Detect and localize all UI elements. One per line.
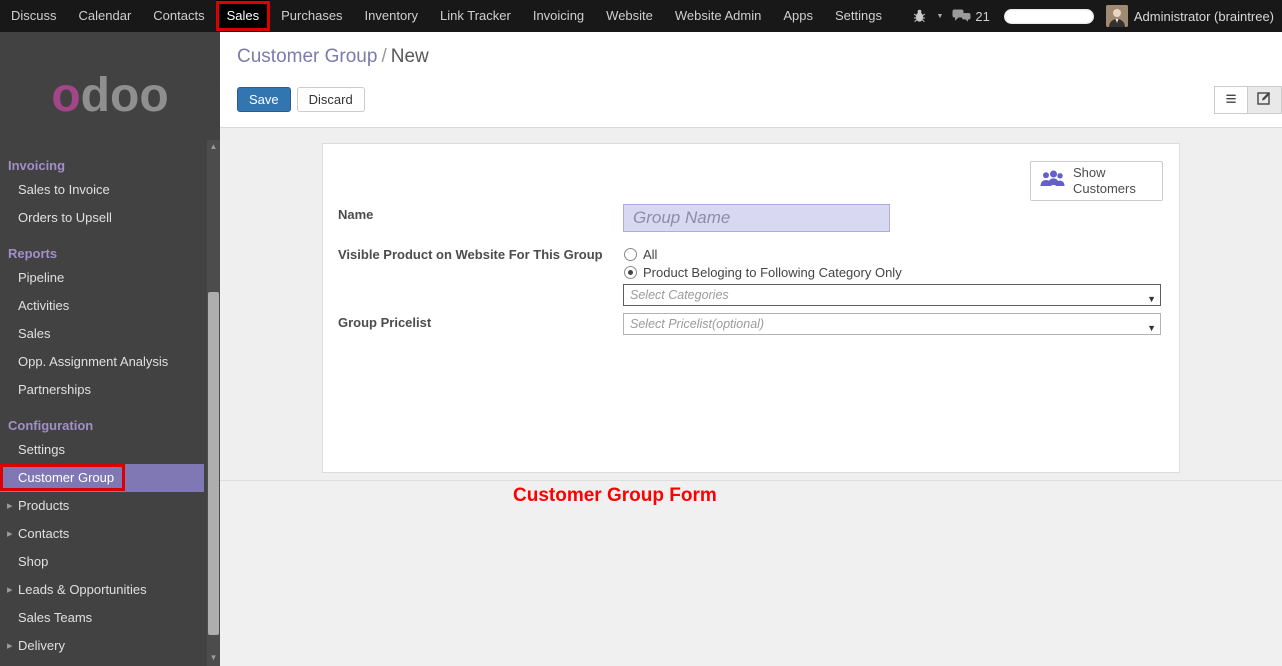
radio-option-category-only[interactable]: Product Beloging to Following Category O… bbox=[624, 265, 902, 280]
show-customers-label: Show Customers bbox=[1073, 165, 1143, 198]
view-switcher bbox=[1214, 86, 1282, 114]
top-menu-purchases[interactable]: Purchases bbox=[270, 0, 353, 32]
name-label: Name bbox=[338, 207, 373, 222]
sidebar-item-sales[interactable]: Sales bbox=[0, 320, 220, 348]
top-menu-contacts[interactable]: Contacts bbox=[142, 0, 215, 32]
control-panel: Customer Group/New Save Discard bbox=[220, 32, 1282, 128]
list-view-button[interactable] bbox=[1214, 86, 1248, 114]
caret-down-icon[interactable] bbox=[936, 13, 943, 20]
sidebar-item-opp-assignment-analysis[interactable]: Opp. Assignment Analysis bbox=[0, 348, 220, 376]
categories-select-placeholder: Select Categories bbox=[630, 288, 729, 302]
sidebar-item-settings[interactable]: Settings bbox=[0, 436, 220, 464]
sidebar-item-contacts[interactable]: Contacts bbox=[0, 520, 220, 548]
sidebar-item-products[interactable]: Products bbox=[0, 492, 220, 520]
breadcrumb-new: New bbox=[391, 46, 429, 67]
section-invoicing: Invoicing bbox=[0, 144, 220, 176]
select-caret-icon bbox=[1147, 320, 1156, 334]
visible-product-label: Visible Product on Website For This Grou… bbox=[338, 247, 603, 262]
customers-group-icon bbox=[1039, 169, 1066, 194]
group-name-input[interactable] bbox=[623, 204, 890, 232]
message-count[interactable]: 21 bbox=[975, 9, 989, 24]
radio-category-only-icon[interactable] bbox=[624, 266, 637, 279]
radio-all-icon[interactable] bbox=[624, 248, 637, 261]
radio-all-label[interactable]: All bbox=[643, 247, 657, 262]
breadcrumb: Customer Group/New bbox=[220, 32, 1282, 68]
section-configuration: Configuration bbox=[0, 404, 220, 436]
top-menu-website-admin[interactable]: Website Admin bbox=[664, 0, 772, 32]
sidebar-menu: Invoicing Sales to Invoice Orders to Ups… bbox=[0, 144, 220, 660]
odoo-logo: odoo bbox=[0, 32, 220, 144]
sidebar-item-customer-group[interactable]: Customer Group bbox=[0, 464, 204, 492]
sidebar-item-pipeline[interactable]: Pipeline bbox=[0, 264, 220, 292]
top-menu-discuss[interactable]: Discuss bbox=[0, 0, 68, 32]
scroll-up-icon[interactable] bbox=[207, 141, 220, 153]
sidebar-item-shop[interactable]: Shop bbox=[0, 548, 220, 576]
top-menu-inventory[interactable]: Inventory bbox=[354, 0, 429, 32]
pricelist-select-placeholder: Select Pricelist(optional) bbox=[630, 317, 764, 331]
main-area: Customer Group/New Save Discard bbox=[220, 32, 1282, 666]
avatar[interactable] bbox=[1106, 5, 1128, 27]
show-customers-button[interactable]: Show Customers bbox=[1030, 161, 1163, 201]
radio-category-only-label[interactable]: Product Beloging to Following Category O… bbox=[643, 265, 902, 280]
logo-rest: doo bbox=[81, 69, 169, 122]
list-view-icon bbox=[1225, 89, 1236, 111]
user-menu[interactable]: Administrator (braintree) bbox=[1134, 9, 1274, 24]
scroll-down-icon[interactable] bbox=[207, 652, 220, 664]
form-view: Show Customers Name Visible Product on W… bbox=[220, 128, 1282, 665]
section-reports: Reports bbox=[0, 232, 220, 264]
top-menu-sales[interactable]: Sales bbox=[216, 0, 271, 32]
save-button[interactable]: Save bbox=[237, 87, 291, 112]
form-view-icon bbox=[1257, 90, 1272, 110]
sidebar-item-sales-teams[interactable]: Sales Teams bbox=[0, 604, 220, 632]
timer-pill[interactable] bbox=[1004, 9, 1094, 24]
radio-option-all[interactable]: All bbox=[624, 247, 657, 262]
form-sheet: Show Customers Name Visible Product on W… bbox=[322, 143, 1180, 473]
sidebar-item-partnerships[interactable]: Partnerships bbox=[0, 376, 220, 404]
form-buttons: Save Discard bbox=[237, 87, 365, 112]
sidebar: odoo Invoicing Sales to Invoice Orders t… bbox=[0, 32, 220, 666]
sidebar-item-delivery[interactable]: Delivery bbox=[0, 632, 220, 660]
group-pricelist-label: Group Pricelist bbox=[338, 315, 431, 330]
discard-button[interactable]: Discard bbox=[297, 87, 365, 112]
pricelist-select[interactable]: Select Pricelist(optional) bbox=[623, 313, 1161, 335]
sidebar-item-customer-group-label: Customer Group bbox=[18, 470, 114, 485]
sidebar-scrollbar[interactable] bbox=[207, 140, 220, 666]
top-bar: Discuss Calendar Contacts Sales Purchase… bbox=[0, 0, 1282, 32]
categories-select[interactable]: Select Categories bbox=[623, 284, 1161, 306]
logo-first-letter: o bbox=[51, 69, 80, 122]
breadcrumb-separator: / bbox=[377, 46, 390, 67]
top-bar-right: 21 Administrator (braintree) bbox=[903, 0, 1282, 32]
annotation-caption: Customer Group Form bbox=[513, 485, 717, 507]
select-caret-icon bbox=[1147, 291, 1156, 305]
sidebar-item-orders-to-upsell[interactable]: Orders to Upsell bbox=[0, 204, 220, 232]
sidebar-item-leads-opportunities[interactable]: Leads & Opportunities bbox=[0, 576, 220, 604]
top-menu-invoicing[interactable]: Invoicing bbox=[522, 0, 595, 32]
breadcrumb-customer-group[interactable]: Customer Group bbox=[237, 46, 377, 67]
sidebar-item-activities[interactable]: Activities bbox=[0, 292, 220, 320]
top-menu-sales-label: Sales bbox=[227, 8, 260, 23]
top-menu-apps[interactable]: Apps bbox=[772, 0, 824, 32]
top-menu: Discuss Calendar Contacts Sales Purchase… bbox=[0, 0, 893, 32]
sidebar-item-sales-to-invoice[interactable]: Sales to Invoice bbox=[0, 176, 220, 204]
top-menu-link-tracker[interactable]: Link Tracker bbox=[429, 0, 522, 32]
chat-icon[interactable] bbox=[952, 9, 971, 23]
top-menu-settings[interactable]: Settings bbox=[824, 0, 893, 32]
top-menu-website[interactable]: Website bbox=[595, 0, 664, 32]
top-menu-calendar[interactable]: Calendar bbox=[68, 0, 143, 32]
bug-icon[interactable] bbox=[912, 9, 927, 23]
form-view-button[interactable] bbox=[1248, 86, 1282, 114]
scrollbar-thumb[interactable] bbox=[208, 292, 219, 635]
